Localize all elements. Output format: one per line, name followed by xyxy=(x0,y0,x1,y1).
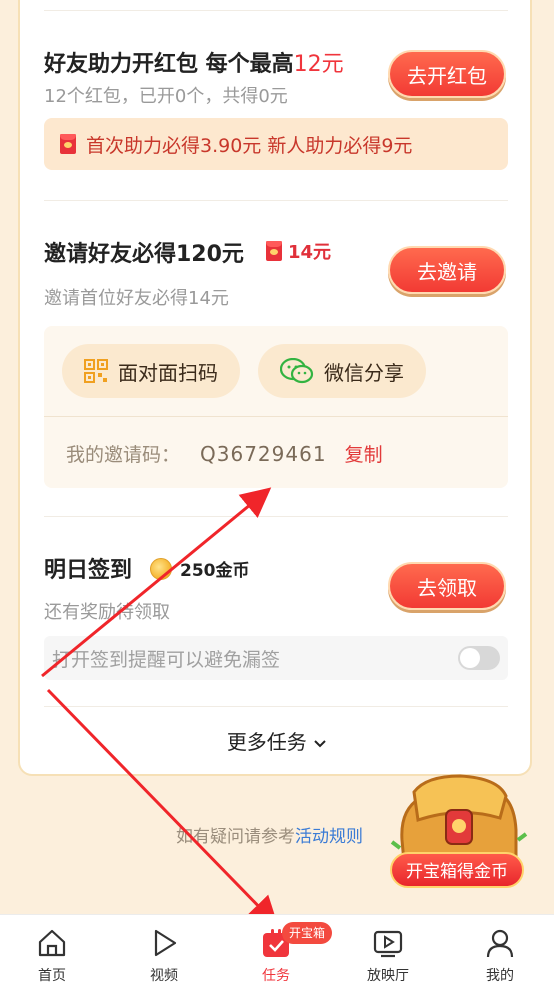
divider xyxy=(44,516,508,517)
invite-task-title: 邀请好友必得120元 xyxy=(44,242,244,267)
copy-invite-code-button[interactable]: 复制 xyxy=(345,440,383,467)
share-option-label: 微信分享 xyxy=(324,360,404,385)
redpacket-promo-banner: 首次助力必得3.90元 新人助力必得9元 xyxy=(44,118,508,170)
red-envelope-icon xyxy=(266,241,282,261)
theater-icon xyxy=(373,930,403,958)
invite-button[interactable]: 去邀请 xyxy=(388,246,506,294)
faq-line: 如有疑问请参考活动规则 xyxy=(176,822,363,847)
checkin-reward-value: 250金币 xyxy=(180,561,250,581)
divider xyxy=(44,200,508,201)
invite-bonus-value: 14元 xyxy=(288,242,332,263)
share-option-label: 面对面扫码 xyxy=(118,360,218,385)
tab-profile[interactable]: 我的 xyxy=(460,915,540,1000)
tab-label: 视频 xyxy=(150,968,178,984)
open-redpacket-button[interactable]: 去开红包 xyxy=(388,50,506,98)
red-envelope-icon xyxy=(60,134,76,154)
checkin-reward: 250金币 xyxy=(150,556,250,581)
invite-bonus: 14元 xyxy=(266,238,331,264)
checkin-reminder-toggle[interactable] xyxy=(458,646,500,670)
wechat-share-button[interactable]: 微信分享 xyxy=(258,344,426,398)
tab-video[interactable]: 视频 xyxy=(124,915,204,1000)
more-tasks-button[interactable]: 更多任务 xyxy=(0,726,554,755)
more-tasks-label: 更多任务 xyxy=(226,730,307,754)
gold-coin-icon xyxy=(150,557,172,580)
redpacket-task-title: 好友助力开红包 每个最高12元 xyxy=(44,46,344,78)
face-to-face-scan-button[interactable]: 面对面扫码 xyxy=(62,344,240,398)
treasure-chest-tab-badge: 开宝箱 xyxy=(282,922,333,944)
tab-label: 我的 xyxy=(486,968,514,984)
tab-label: 首页 xyxy=(38,968,66,984)
invite-task-subtitle: 邀请首位好友必得14元 xyxy=(44,288,229,309)
claim-checkin-button[interactable]: 去领取 xyxy=(388,562,506,610)
tab-label: 放映厅 xyxy=(367,968,409,984)
play-icon xyxy=(154,929,177,957)
checkin-reminder-text: 打开签到提醒可以避免漏签 xyxy=(52,648,281,671)
invite-code-row: 我的邀请码： Q36729461 复制 xyxy=(66,440,383,467)
divider xyxy=(44,10,508,11)
faq-prefix: 如有疑问请参考 xyxy=(176,827,295,847)
invite-code-label: 我的邀请码： xyxy=(66,444,181,466)
redpacket-max-amount: 12元 xyxy=(293,52,344,77)
treasure-chest-button[interactable]: 开宝箱得金币 xyxy=(390,852,524,888)
profile-icon xyxy=(486,929,514,958)
divider xyxy=(44,706,508,707)
activity-rules-link[interactable]: 活动规则 xyxy=(295,827,363,847)
wechat-icon xyxy=(280,358,314,384)
invite-code-value: Q36729461 xyxy=(200,441,327,466)
chevron-down-icon xyxy=(314,739,326,747)
promo-text: 首次助力必得3.90元 新人助力必得9元 xyxy=(86,134,413,157)
qr-code-icon xyxy=(84,359,108,383)
invite-panel: 面对面扫码 微信分享 我的邀请码： Q36729461 复制 xyxy=(44,326,508,488)
tab-home[interactable]: 首页 xyxy=(12,915,92,1000)
checkin-task-subtitle: 还有奖励待领取 xyxy=(44,602,170,623)
tab-theater[interactable]: 放映厅 xyxy=(348,915,428,1000)
panel-divider xyxy=(44,416,508,417)
checkin-reminder-row: 打开签到提醒可以避免漏签 xyxy=(44,636,508,680)
redpacket-title-text: 好友助力开红包 每个最高 xyxy=(44,52,294,77)
tab-label: 任务 xyxy=(262,968,290,984)
bottom-tab-bar: 首页 视频 任务 放映厅 我的 xyxy=(0,914,554,1000)
checkin-task-title: 明日签到 xyxy=(44,558,133,583)
redpacket-task-subtitle: 12个红包，已开0个，共得0元 xyxy=(44,86,288,107)
home-icon xyxy=(38,929,66,957)
